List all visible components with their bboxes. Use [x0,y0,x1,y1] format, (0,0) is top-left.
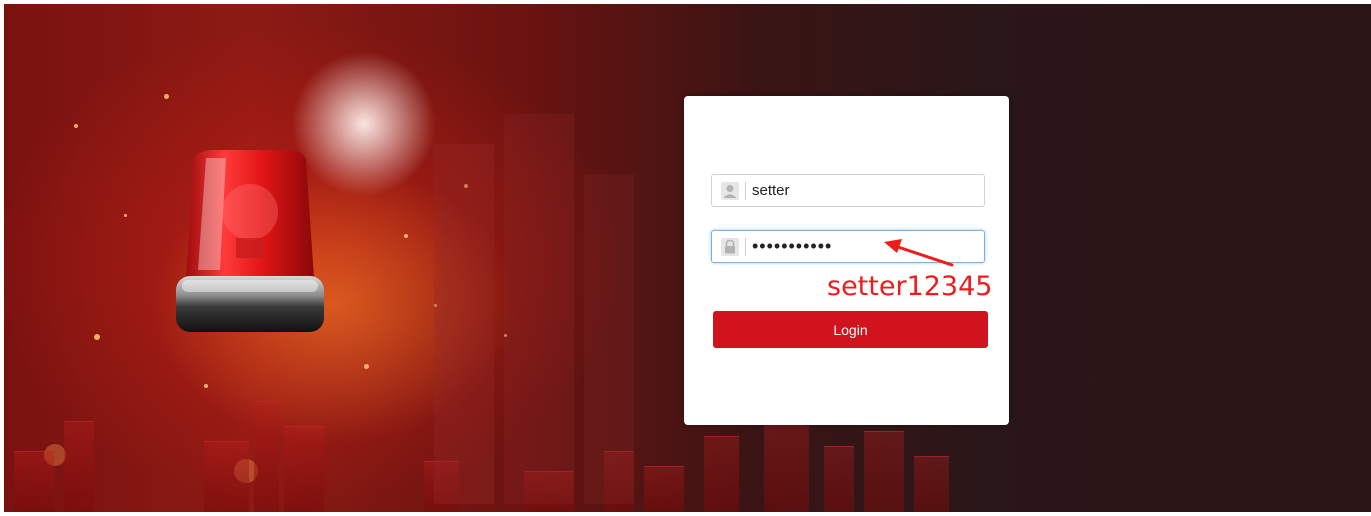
sparkle [74,124,78,128]
sparkle [204,384,208,388]
city-building [864,431,904,512]
skyline-glow [434,144,494,504]
city-building [824,446,854,512]
alarm-beacon-icon [176,150,324,332]
city-building [284,426,324,512]
city-building [204,441,249,512]
field-separator [745,238,746,256]
annotation-arrow-icon [884,239,954,267]
lock-icon [721,238,739,256]
screen: Login setter12345 [0,0,1371,516]
city-building [764,421,809,512]
password-annotation: setter12345 [827,271,993,302]
city-building [254,401,279,512]
city-building [14,451,54,512]
username-input[interactable] [752,179,972,202]
skyline-glow [584,174,634,504]
skyline-glow [504,114,574,504]
field-separator [745,182,746,200]
sparkle [124,214,127,217]
username-field[interactable] [711,174,985,207]
city-building [644,466,684,512]
sparkle [94,334,100,340]
city-building [64,421,94,512]
sparkle [364,364,369,369]
user-icon [721,182,739,200]
city-building [914,456,949,512]
city-building [704,436,739,512]
login-panel: Login [684,96,1009,425]
login-button[interactable]: Login [713,311,988,348]
sparkle [404,234,408,238]
sparkle [164,94,169,99]
